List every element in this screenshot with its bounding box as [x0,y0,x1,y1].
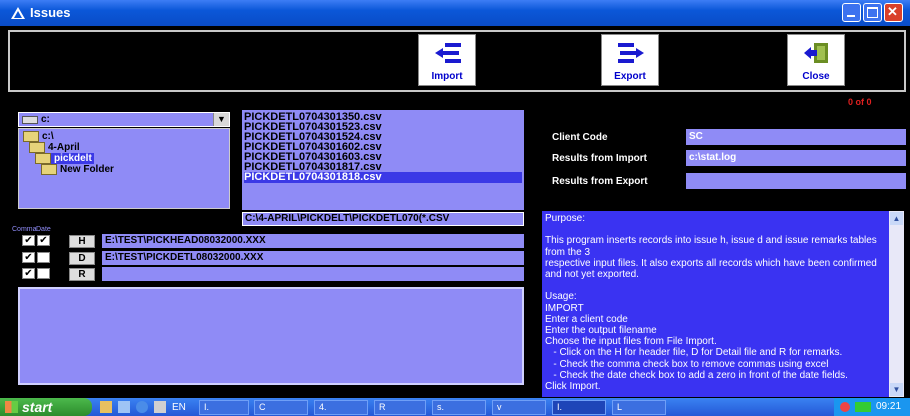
folder-open-icon [35,153,51,164]
close-button[interactable]: Close [787,34,845,86]
remarks-file-path[interactable] [102,267,524,281]
tree-item-label: New Folder [60,164,114,176]
comma-column-header: Comma [12,226,37,233]
chevron-down-icon[interactable]: ▼ [213,113,229,126]
taskbar-task[interactable]: s. [432,400,486,415]
directory-tree[interactable]: c:\ 4-April pickdelt New Folder [18,128,230,209]
comma-checkbox-r[interactable]: ✔ [22,268,35,279]
header-file-path[interactable]: E:\TEST\PICKHEAD08032000.XXX [102,234,524,248]
close-window-button[interactable]: ✕ [884,3,903,22]
taskbar-task[interactable]: 4. [314,400,368,415]
scroll-down-icon[interactable]: ▼ [890,383,903,396]
door-exit-icon [804,43,828,63]
file-path-field[interactable]: C:\4-APRIL\PICKDELT\PICKDETL070(*.CSV [242,212,524,226]
maximize-icon [867,7,878,18]
taskbar-task[interactable]: C [254,400,308,415]
close-icon: ✕ [887,4,898,19]
language-indicator[interactable]: EN [172,402,186,413]
quicklaunch-icon[interactable] [154,401,166,413]
clock: 09:21 [876,401,902,412]
export-button[interactable]: Export [601,34,659,86]
client-code-label: Client Code [552,132,608,143]
help-text-area[interactable]: Purpose: This program inserts records in… [542,211,904,397]
drive-select[interactable]: c: ▼ [18,112,230,127]
export-label: Export [614,71,646,82]
tree-item-label: pickdelt [54,153,92,165]
date-checkbox-d[interactable] [37,252,50,263]
taskbar-task[interactable]: I. [199,400,249,415]
drive-icon [22,116,38,124]
tray-icon[interactable] [855,402,871,412]
date-checkbox-h[interactable]: ✔ [37,235,50,246]
tree-item-4-april[interactable]: 4-April [29,142,80,153]
scroll-up-icon[interactable]: ▲ [890,212,903,225]
app-icon [11,7,25,19]
tray-icon[interactable] [840,402,850,412]
remarks-file-button[interactable]: R [69,268,95,281]
folder-icon [41,164,57,175]
results-export-label: Results from Export [552,176,648,187]
client-code-field[interactable]: SC [686,129,906,145]
tree-item-label: 4-April [48,142,80,154]
comma-checkbox-h[interactable]: ✔ [22,235,35,246]
detail-file-path[interactable]: E:\TEST\PICKDETL08032000.XXX [102,251,524,265]
taskbar-task[interactable]: v [492,400,546,415]
results-export-field[interactable] [686,173,906,189]
results-import-field[interactable]: c:\stat.log [686,150,906,166]
taskbar-task[interactable]: L [612,400,666,415]
title-bar[interactable] [0,0,910,26]
detail-file-button[interactable]: D [69,252,95,265]
import-button[interactable]: Import [418,34,476,86]
import-label: Import [431,71,463,82]
export-icon [618,43,644,63]
tree-item-root[interactable]: c:\ [23,131,54,142]
drive-value: c: [41,114,50,125]
file-list[interactable]: PICKDETL0704301350.csv PICKDETL070430152… [242,110,524,210]
quicklaunch-icon[interactable] [136,401,148,413]
folder-open-icon [23,131,39,142]
import-icon [435,43,461,63]
close-label: Close [802,71,830,82]
output-panel [18,287,524,385]
help-scrollbar[interactable]: ▲ ▼ [889,211,904,397]
date-checkbox-r[interactable] [37,268,50,279]
comma-checkbox-d[interactable]: ✔ [22,252,35,263]
folder-open-icon [29,142,45,153]
record-counter: 0 of 0 [848,97,872,107]
window-title: Issues [30,5,71,20]
windows-logo-icon [5,401,18,413]
minimize-icon [847,15,855,17]
date-column-header: Date [36,226,51,233]
help-text: Purpose: This program inserts records in… [545,213,877,393]
file-list-item-selected[interactable]: PICKDETL0704301818.csv [244,172,522,183]
quicklaunch-icon[interactable] [100,401,112,413]
maximize-button[interactable] [863,3,882,22]
tree-item-new-folder[interactable]: New Folder [41,164,114,175]
taskbar-task[interactable]: R [374,400,426,415]
taskbar-task-active[interactable]: I. [552,400,606,415]
tree-item-label: c:\ [42,131,54,143]
quicklaunch-icon[interactable] [118,401,130,413]
header-file-button[interactable]: H [69,235,95,248]
minimize-button[interactable] [842,3,861,22]
tree-item-pickdelt[interactable]: pickdelt [35,153,94,165]
results-import-label: Results from Import [552,153,648,164]
